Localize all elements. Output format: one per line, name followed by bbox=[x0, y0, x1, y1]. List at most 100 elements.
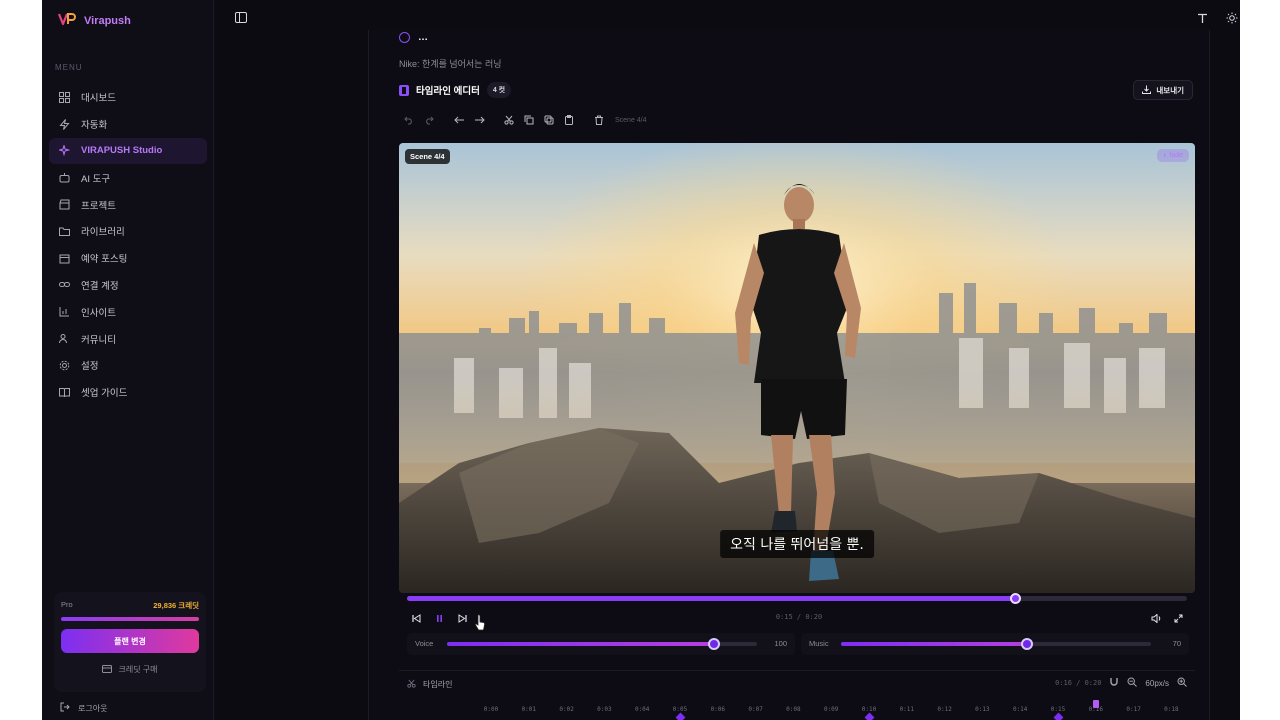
brand-logo bbox=[57, 12, 76, 30]
timeline-section: 타임라인 0:16 / 0:20 60px/s 0:00 0:01 0:02 0:03… bbox=[399, 670, 1195, 720]
sidebar-item-studio[interactable]: VIRAPUSH Studio bbox=[49, 137, 207, 165]
timeline-tick: 0:00 bbox=[483, 706, 499, 713]
timeline-tick: 0:14 bbox=[1012, 706, 1028, 713]
move-right-icon[interactable] bbox=[469, 112, 489, 128]
sidebar-item-ai-tools[interactable]: AI 도구 bbox=[49, 164, 207, 191]
timeline-tick: 0:18 bbox=[1164, 706, 1179, 713]
duplicate-icon[interactable] bbox=[539, 112, 559, 128]
timeline-editor-heading: 타임라인 에디터 4 컷 bbox=[399, 82, 512, 98]
timeline-tick: 0:17 bbox=[1126, 706, 1141, 713]
mouse-cursor bbox=[474, 614, 486, 632]
copy-icon[interactable] bbox=[519, 112, 539, 128]
logout-button[interactable]: 로그아웃 bbox=[60, 702, 107, 714]
playback-progress-bar[interactable] bbox=[407, 593, 1187, 604]
sidebar-item-label: 연결 계정 bbox=[81, 280, 119, 292]
paste-icon[interactable] bbox=[559, 112, 579, 128]
scene-marker[interactable] bbox=[1053, 712, 1064, 720]
timeline-tick: 0:08 bbox=[786, 706, 801, 713]
timeline-tick: 0:09 bbox=[823, 706, 839, 713]
trash-icon[interactable] bbox=[589, 112, 609, 128]
zoom-out-icon[interactable] bbox=[1127, 677, 1138, 689]
sidebar-item-library[interactable]: 라이브러리 bbox=[49, 218, 207, 245]
music-value: 70 bbox=[1172, 639, 1181, 648]
screen-left-border bbox=[0, 0, 42, 720]
text-size-icon[interactable] bbox=[1195, 11, 1209, 25]
theme-toggle-icon[interactable] bbox=[1225, 11, 1239, 25]
redo-icon[interactable] bbox=[419, 112, 439, 128]
editor-panel: … Nike: 한계를 넘어서는 러닝 타임라인 에디터 4 컷 내보내기 Sc… bbox=[368, 30, 1210, 720]
sidebar-item-projects[interactable]: 프로젝트 bbox=[49, 191, 207, 218]
fullscreen-icon[interactable] bbox=[1171, 610, 1185, 626]
music-slider-handle[interactable] bbox=[1021, 638, 1033, 650]
undo-icon[interactable] bbox=[399, 112, 419, 128]
subtitle-caption: 오직 나를 뛰어넘을 뿐. bbox=[720, 530, 874, 558]
timeline-label: 타임라인 bbox=[423, 680, 453, 689]
scene-marker[interactable] bbox=[864, 712, 875, 720]
plan-tier: Pro bbox=[61, 600, 73, 609]
link-icon bbox=[59, 279, 70, 290]
sidebar-item-automation[interactable]: 자동화 bbox=[49, 111, 207, 138]
logout-icon bbox=[60, 702, 70, 714]
timeline-playhead[interactable] bbox=[1092, 700, 1099, 708]
timeline-tick: 0:03 bbox=[597, 706, 612, 713]
sidebar-item-scheduled[interactable]: 예약 포스팅 bbox=[49, 245, 207, 272]
calendar-icon bbox=[59, 253, 70, 264]
volume-icon[interactable] bbox=[1149, 610, 1163, 626]
gear-icon bbox=[59, 360, 70, 371]
brand[interactable]: Virapush bbox=[57, 12, 131, 30]
buy-credits-label: 크레딧 구매 bbox=[118, 665, 158, 674]
sidebar-item-label: 커뮤니티 bbox=[81, 334, 116, 346]
buy-credits-button[interactable]: 크레딧 구매 bbox=[54, 664, 206, 675]
scene-marker[interactable] bbox=[675, 712, 686, 720]
cut-title: … bbox=[418, 32, 428, 43]
change-plan-button[interactable]: 플랜 변경 bbox=[61, 629, 199, 653]
robot-icon bbox=[59, 172, 70, 183]
users-icon bbox=[59, 333, 70, 344]
status-ring-icon bbox=[399, 32, 410, 43]
player-controls: 0:15 / 0:20 bbox=[409, 610, 1189, 626]
credit-balance: 29,836 크레딧 bbox=[153, 601, 199, 610]
move-left-icon[interactable] bbox=[449, 112, 469, 128]
timeline-heading: 타임라인 bbox=[407, 679, 452, 690]
film-icon bbox=[399, 84, 409, 96]
timeline-ruler[interactable]: 0:00 0:01 0:02 0:03 0:04 0:05 0:06 0:07 0:08 0:09… bbox=[399, 700, 1195, 720]
scissors-icon[interactable] bbox=[499, 112, 519, 128]
menu-label: MENU bbox=[55, 63, 83, 72]
clapper-icon bbox=[59, 199, 70, 210]
playback-time: 0:15 / 0:20 bbox=[775, 613, 823, 621]
voice-slider[interactable] bbox=[447, 638, 757, 650]
sidebar-item-accounts[interactable]: 연결 계정 bbox=[49, 272, 207, 299]
sidebar-item-dashboard[interactable]: 대시보드 bbox=[49, 84, 207, 111]
zoom-level: 60px/s bbox=[1145, 678, 1169, 688]
timeline-controls: 0:16 / 0:20 60px/s bbox=[1055, 677, 1187, 689]
video-preview[interactable]: Scene 4/4 ◐ fade 오직 나를 뛰어넘을 뿐. bbox=[399, 143, 1195, 593]
sidebar-item-setup-guide[interactable]: 셋업 가이드 bbox=[49, 379, 207, 406]
sidebar-item-label: 자동화 bbox=[81, 120, 108, 132]
logout-label: 로그아웃 bbox=[78, 703, 108, 713]
music-slider[interactable] bbox=[841, 638, 1151, 650]
timeline-tick: 0:12 bbox=[937, 706, 952, 713]
timeline-tick: 0:01 bbox=[521, 706, 537, 713]
sparkle-icon bbox=[59, 145, 70, 157]
transition-label: fade bbox=[1169, 152, 1183, 159]
voice-label: Voice bbox=[415, 639, 434, 648]
magnet-icon[interactable] bbox=[1109, 677, 1119, 689]
export-button[interactable]: 내보내기 bbox=[1133, 80, 1193, 100]
playback-scrubber-handle[interactable] bbox=[1010, 593, 1022, 604]
transition-badge[interactable]: ◐ fade bbox=[1157, 149, 1189, 162]
sidebar-toggle-icon[interactable] bbox=[234, 10, 248, 24]
voice-value: 100 bbox=[774, 639, 787, 648]
timeline-tick: 0:06 bbox=[710, 706, 726, 713]
export-label: 내보내기 bbox=[1156, 85, 1184, 95]
voice-slider-handle[interactable] bbox=[707, 638, 720, 650]
sidebar: Virapush MENU 대시보드 자동화 VIRAPUSH Studio A… bbox=[42, 0, 214, 720]
screen-right-border bbox=[1240, 0, 1280, 720]
editor-title: 타임라인 에디터 bbox=[416, 86, 480, 97]
scene-badge: Scene 4/4 bbox=[405, 149, 450, 164]
sidebar-item-insights[interactable]: 인사이트 bbox=[49, 298, 207, 325]
playback-progress-fill bbox=[407, 596, 1016, 601]
zoom-in-icon[interactable] bbox=[1177, 677, 1187, 689]
sidebar-item-settings[interactable]: 설정 bbox=[49, 352, 207, 379]
sidebar-item-community[interactable]: 커뮤니티 bbox=[49, 325, 207, 352]
app-window: Virapush MENU 대시보드 자동화 VIRAPUSH Studio A… bbox=[42, 0, 1240, 720]
